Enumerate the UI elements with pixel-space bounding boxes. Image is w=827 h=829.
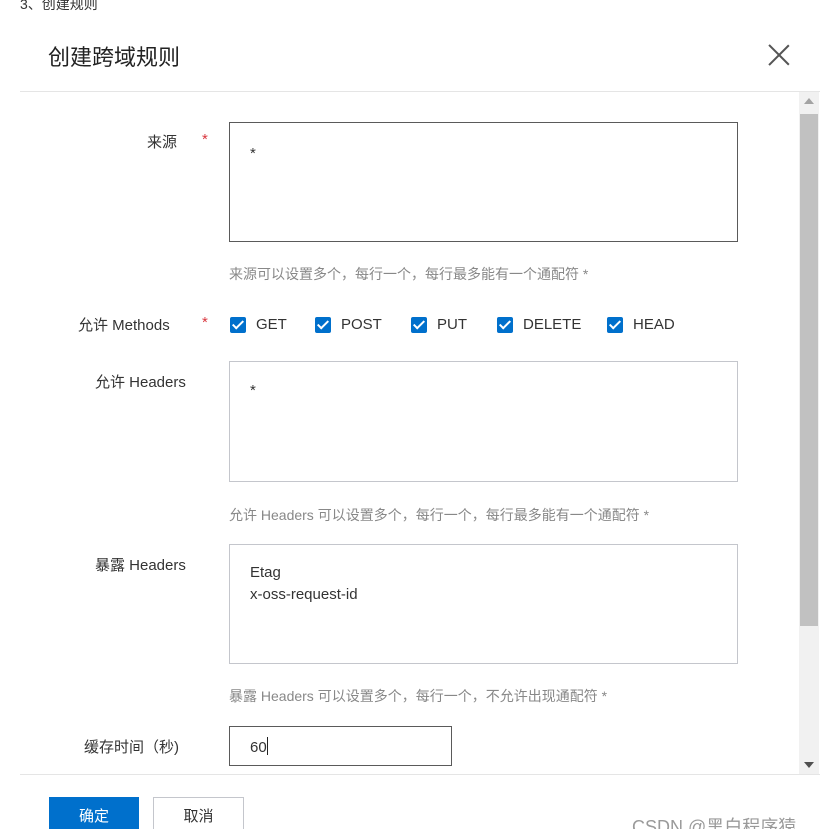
methods-label: 允许 Methods [78,317,170,334]
method-label: GET [256,316,287,333]
footer-divider [20,774,820,775]
method-label: POST [341,316,382,333]
confirm-button[interactable]: 确定 [49,797,139,829]
text-caret [266,737,268,755]
allow-headers-label: 允许 Headers [95,374,186,391]
cache-time-input[interactable]: 60 [229,726,452,766]
method-checkbox-get[interactable]: GET [230,316,287,333]
method-label: HEAD [633,316,675,333]
step-caption: 3、创建规则 [20,0,98,12]
checkbox-checked-icon[interactable] [497,316,513,333]
cache-time-value: 60 [250,739,267,756]
method-checkbox-post[interactable]: POST [315,316,382,333]
expose-headers-label: 暴露 Headers [95,557,186,574]
scroll-up-icon[interactable] [804,98,814,104]
dialog-title: 创建跨域规则 [48,45,181,70]
allow-headers-hint: 允许 Headers 可以设置多个，每行一个，每行最多能有一个通配符 * [229,507,650,523]
origin-textarea[interactable]: * [229,122,738,242]
origin-label: 来源 [147,134,178,151]
cache-time-label: 缓存时间（秒) [84,739,179,756]
checkbox-checked-icon[interactable] [411,316,427,333]
cancel-button[interactable]: 取消 [153,797,244,829]
method-label: DELETE [523,316,582,333]
watermark: CSDN @黑白程序猿 [632,817,797,829]
header-divider [20,91,820,92]
checkbox-checked-icon[interactable] [315,316,331,333]
origin-hint: 来源可以设置多个，每行一个，每行最多能有一个通配符 * [229,266,589,282]
origin-required-mark: * [202,131,208,148]
method-checkbox-put[interactable]: PUT [411,316,467,333]
method-checkbox-head[interactable]: HEAD [607,316,675,333]
methods-required-mark: * [202,314,208,331]
close-icon[interactable] [766,42,792,68]
checkbox-checked-icon[interactable] [230,316,246,333]
expose-headers-hint: 暴露 Headers 可以设置多个，每行一个，不允许出现通配符 * [229,688,608,704]
expose-headers-textarea[interactable]: Etag x-oss-request-id [229,544,738,664]
method-label: PUT [437,316,467,333]
method-checkbox-delete[interactable]: DELETE [497,316,581,333]
checkbox-checked-icon[interactable] [607,316,623,333]
allow-headers-textarea[interactable]: * [229,361,738,482]
scrollbar-thumb[interactable] [800,114,818,626]
scroll-down-icon[interactable] [804,762,814,768]
